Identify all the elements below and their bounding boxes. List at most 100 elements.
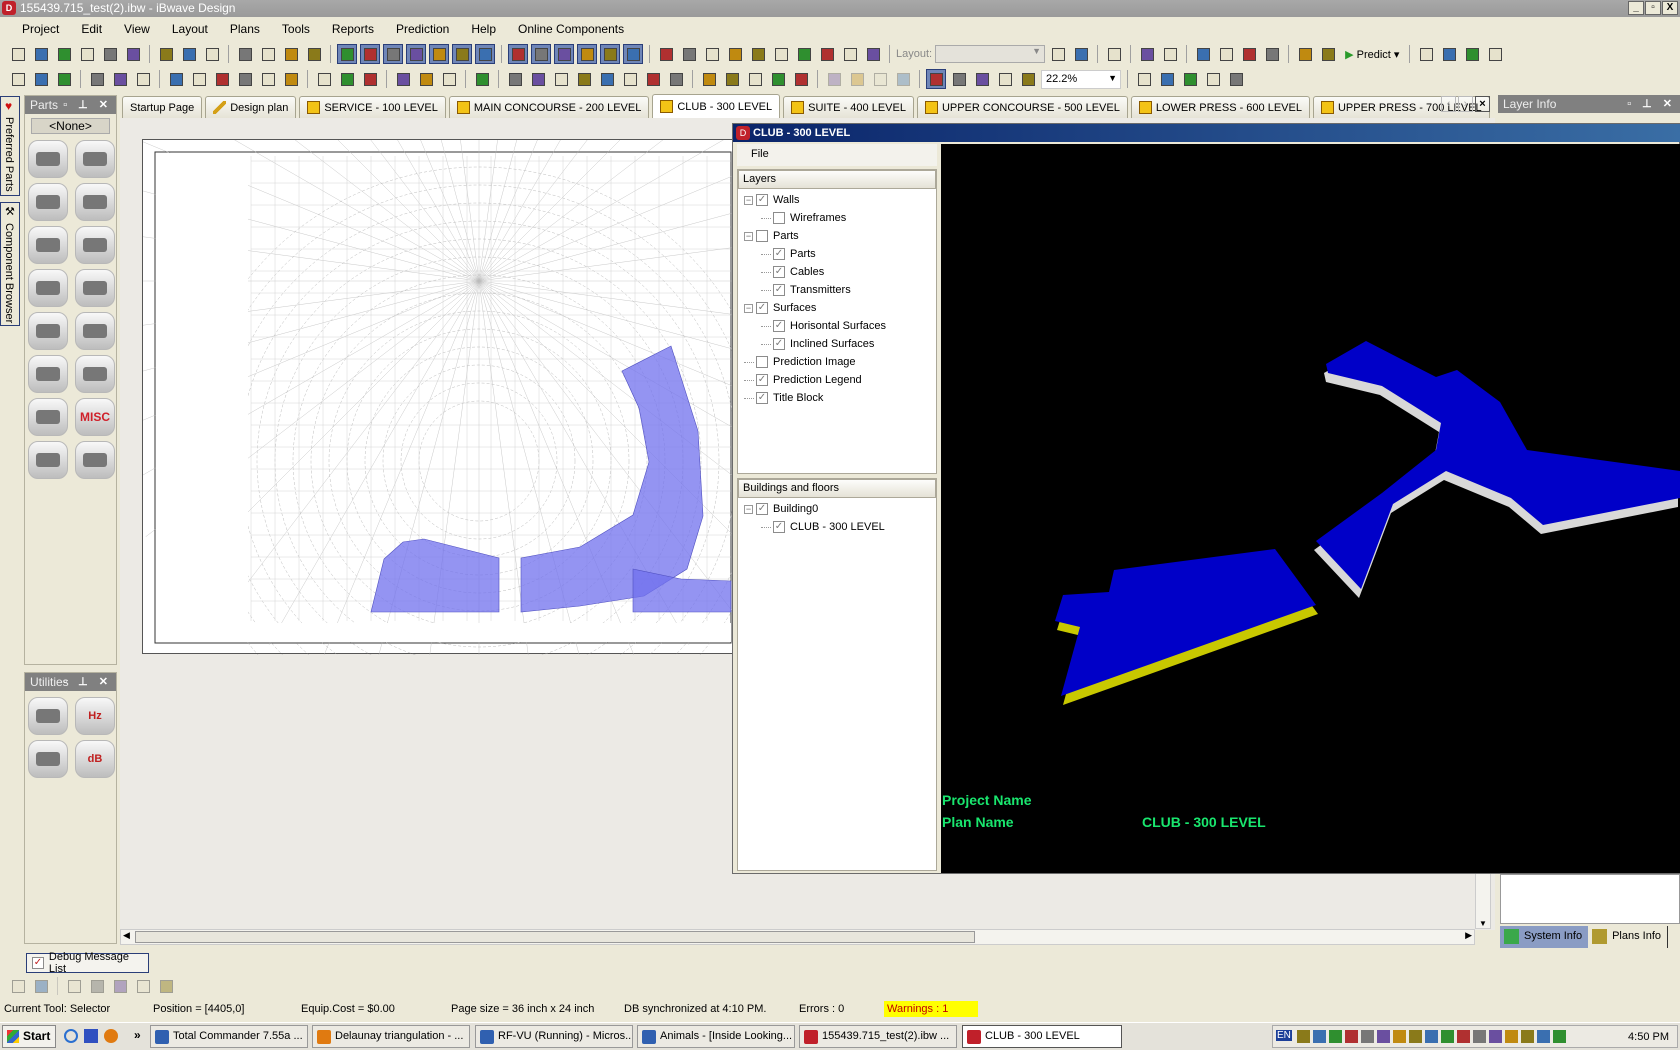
disabled-2-button[interactable] [847, 69, 867, 89]
tree-item[interactable]: ✓ Cables [738, 263, 936, 281]
group-button[interactable] [212, 69, 232, 89]
filter-button[interactable] [133, 976, 153, 996]
maximize-button[interactable]: ▫ [1645, 1, 1661, 15]
tab-startup-page[interactable]: Startup Page [122, 96, 203, 118]
part-radiator-button[interactable] [28, 226, 68, 264]
x-parts-button[interactable] [725, 44, 745, 64]
text-left-button[interactable] [314, 69, 334, 89]
volume-tray-icon[interactable] [1521, 1030, 1534, 1043]
filter-button[interactable] [337, 44, 357, 64]
tree-item[interactable]: ✓ Title Block [738, 389, 936, 407]
bluetooth-tray-icon[interactable] [1361, 1030, 1374, 1043]
panel-controls-icon[interactable]: ▫ ⊥ ✕ [63, 673, 112, 691]
line-button[interactable] [699, 69, 719, 89]
tree-item[interactable]: ✓ Transmitters [738, 281, 936, 299]
text-box-button[interactable] [768, 69, 788, 89]
pointer-button[interactable] [926, 69, 946, 89]
align-center-button[interactable] [31, 69, 51, 89]
polygon-button[interactable] [745, 69, 765, 89]
drawing-page[interactable] [59, 0, 899, 756]
tree-item[interactable]: ✓ CLUB - 300 LEVEL [738, 518, 936, 536]
undo-button[interactable] [179, 44, 199, 64]
open-folder-button[interactable] [31, 44, 51, 64]
print-button[interactable] [123, 44, 143, 64]
delete-button[interactable] [304, 44, 324, 64]
part-misc-button[interactable]: MISC [75, 398, 115, 436]
checklist-button[interactable] [475, 44, 495, 64]
tab-main-concourse-200-level[interactable]: MAIN CONCOURSE - 200 LEVEL [448, 96, 650, 118]
table-button[interactable] [505, 69, 525, 89]
tree-item[interactable]: ✓ Inclined Surfaces [738, 335, 936, 353]
report-button[interactable] [679, 44, 699, 64]
save-button[interactable] [77, 44, 97, 64]
checkbox[interactable]: ✓ [773, 266, 785, 278]
new-file-button[interactable] [8, 44, 28, 64]
checkbox[interactable]: ✓ [756, 374, 768, 386]
utility-frequency-button[interactable]: Hz [75, 697, 115, 735]
status-warnings[interactable]: Warnings : 1 [884, 1001, 979, 1017]
green-app-tray-icon[interactable] [1441, 1030, 1454, 1043]
vertical-scrollbar[interactable]: ▼ [1475, 873, 1491, 929]
tree-item[interactable]: Prediction Image [738, 353, 936, 371]
tower-button[interactable] [531, 44, 551, 64]
clear-button[interactable] [156, 976, 176, 996]
user-parts-button[interactable] [817, 44, 837, 64]
checkbox[interactable]: ✓ [773, 284, 785, 296]
phone-add-button[interactable] [1137, 44, 1157, 64]
report-view-button[interactable] [1295, 44, 1315, 64]
y-chart-button[interactable] [794, 44, 814, 64]
grid-target-button[interactable] [1462, 44, 1482, 64]
collapse-icon[interactable]: − [744, 231, 753, 241]
checkbox[interactable]: ✓ [756, 503, 768, 515]
panel-controls-icon[interactable]: ▫ ⊥ ✕ [1627, 95, 1676, 113]
disabled-1-button[interactable] [824, 69, 844, 89]
line-measure-button[interactable] [1439, 44, 1459, 64]
cursor-tool-button[interactable] [600, 44, 620, 64]
valign-mid-button[interactable] [416, 69, 436, 89]
utility-db-converter-button[interactable]: dB [75, 740, 115, 778]
firefox-icon[interactable] [104, 1029, 118, 1043]
bill-button[interactable] [577, 44, 597, 64]
rectangle-button[interactable] [722, 69, 742, 89]
collapse-icon[interactable]: − [744, 195, 753, 205]
part-remove-antenna-button[interactable] [75, 441, 115, 479]
text-center-button[interactable] [337, 69, 357, 89]
info-tab-system-info[interactable]: System Info [1500, 926, 1589, 948]
plans-button[interactable] [406, 44, 426, 64]
legend-button[interactable] [551, 69, 571, 89]
horizontal-scrollbar[interactable]: ◀ ▶ [120, 929, 1475, 945]
part-antenna-button[interactable] [75, 140, 115, 178]
side-tab-component-browser[interactable]: ⚒ Component Browser [0, 202, 20, 326]
minimize-button[interactable]: _ [1628, 1, 1644, 15]
hand-pan-button[interactable] [972, 69, 992, 89]
taskbar-item[interactable]: 155439.715_test(2).ibw ... [799, 1025, 957, 1048]
tree-item[interactable]: ✓ Prediction Legend [738, 371, 936, 389]
favorite-button[interactable] [554, 44, 574, 64]
wall-button[interactable] [1193, 44, 1213, 64]
ruler-button[interactable] [1134, 69, 1154, 89]
tools-tray-icon[interactable] [1553, 1030, 1566, 1043]
disabled-4-button[interactable] [893, 69, 913, 89]
ungroup-button[interactable] [235, 69, 255, 89]
globe-button[interactable] [1180, 69, 1200, 89]
checkbox[interactable] [773, 212, 785, 224]
checkbox[interactable]: ✓ [756, 194, 768, 206]
tree-item[interactable]: − ✓ Walls [738, 191, 936, 209]
tab-design-plan[interactable]: Design plan [205, 96, 297, 118]
part-connectors-button[interactable] [75, 226, 115, 264]
align-right-button[interactable] [54, 69, 74, 89]
cart-button[interactable] [656, 44, 676, 64]
part-jumper-button[interactable] [28, 441, 68, 479]
floor-grid-button[interactable] [1262, 44, 1282, 64]
checkbox[interactable]: ✓ [773, 248, 785, 260]
checkbox[interactable] [756, 356, 768, 368]
disabled-3-button[interactable] [870, 69, 890, 89]
menu-view[interactable]: View [112, 22, 160, 36]
part-coax-cable-button[interactable] [28, 140, 68, 178]
taskbar-item[interactable]: Delaunay triangulation - ... [312, 1025, 470, 1048]
fit-grid-button[interactable] [1157, 69, 1177, 89]
mirror-button[interactable] [702, 44, 722, 64]
network-tray-icon[interactable] [1297, 1030, 1310, 1043]
utility-calculator-button[interactable] [28, 697, 68, 735]
part-splitter-button[interactable] [75, 269, 115, 307]
